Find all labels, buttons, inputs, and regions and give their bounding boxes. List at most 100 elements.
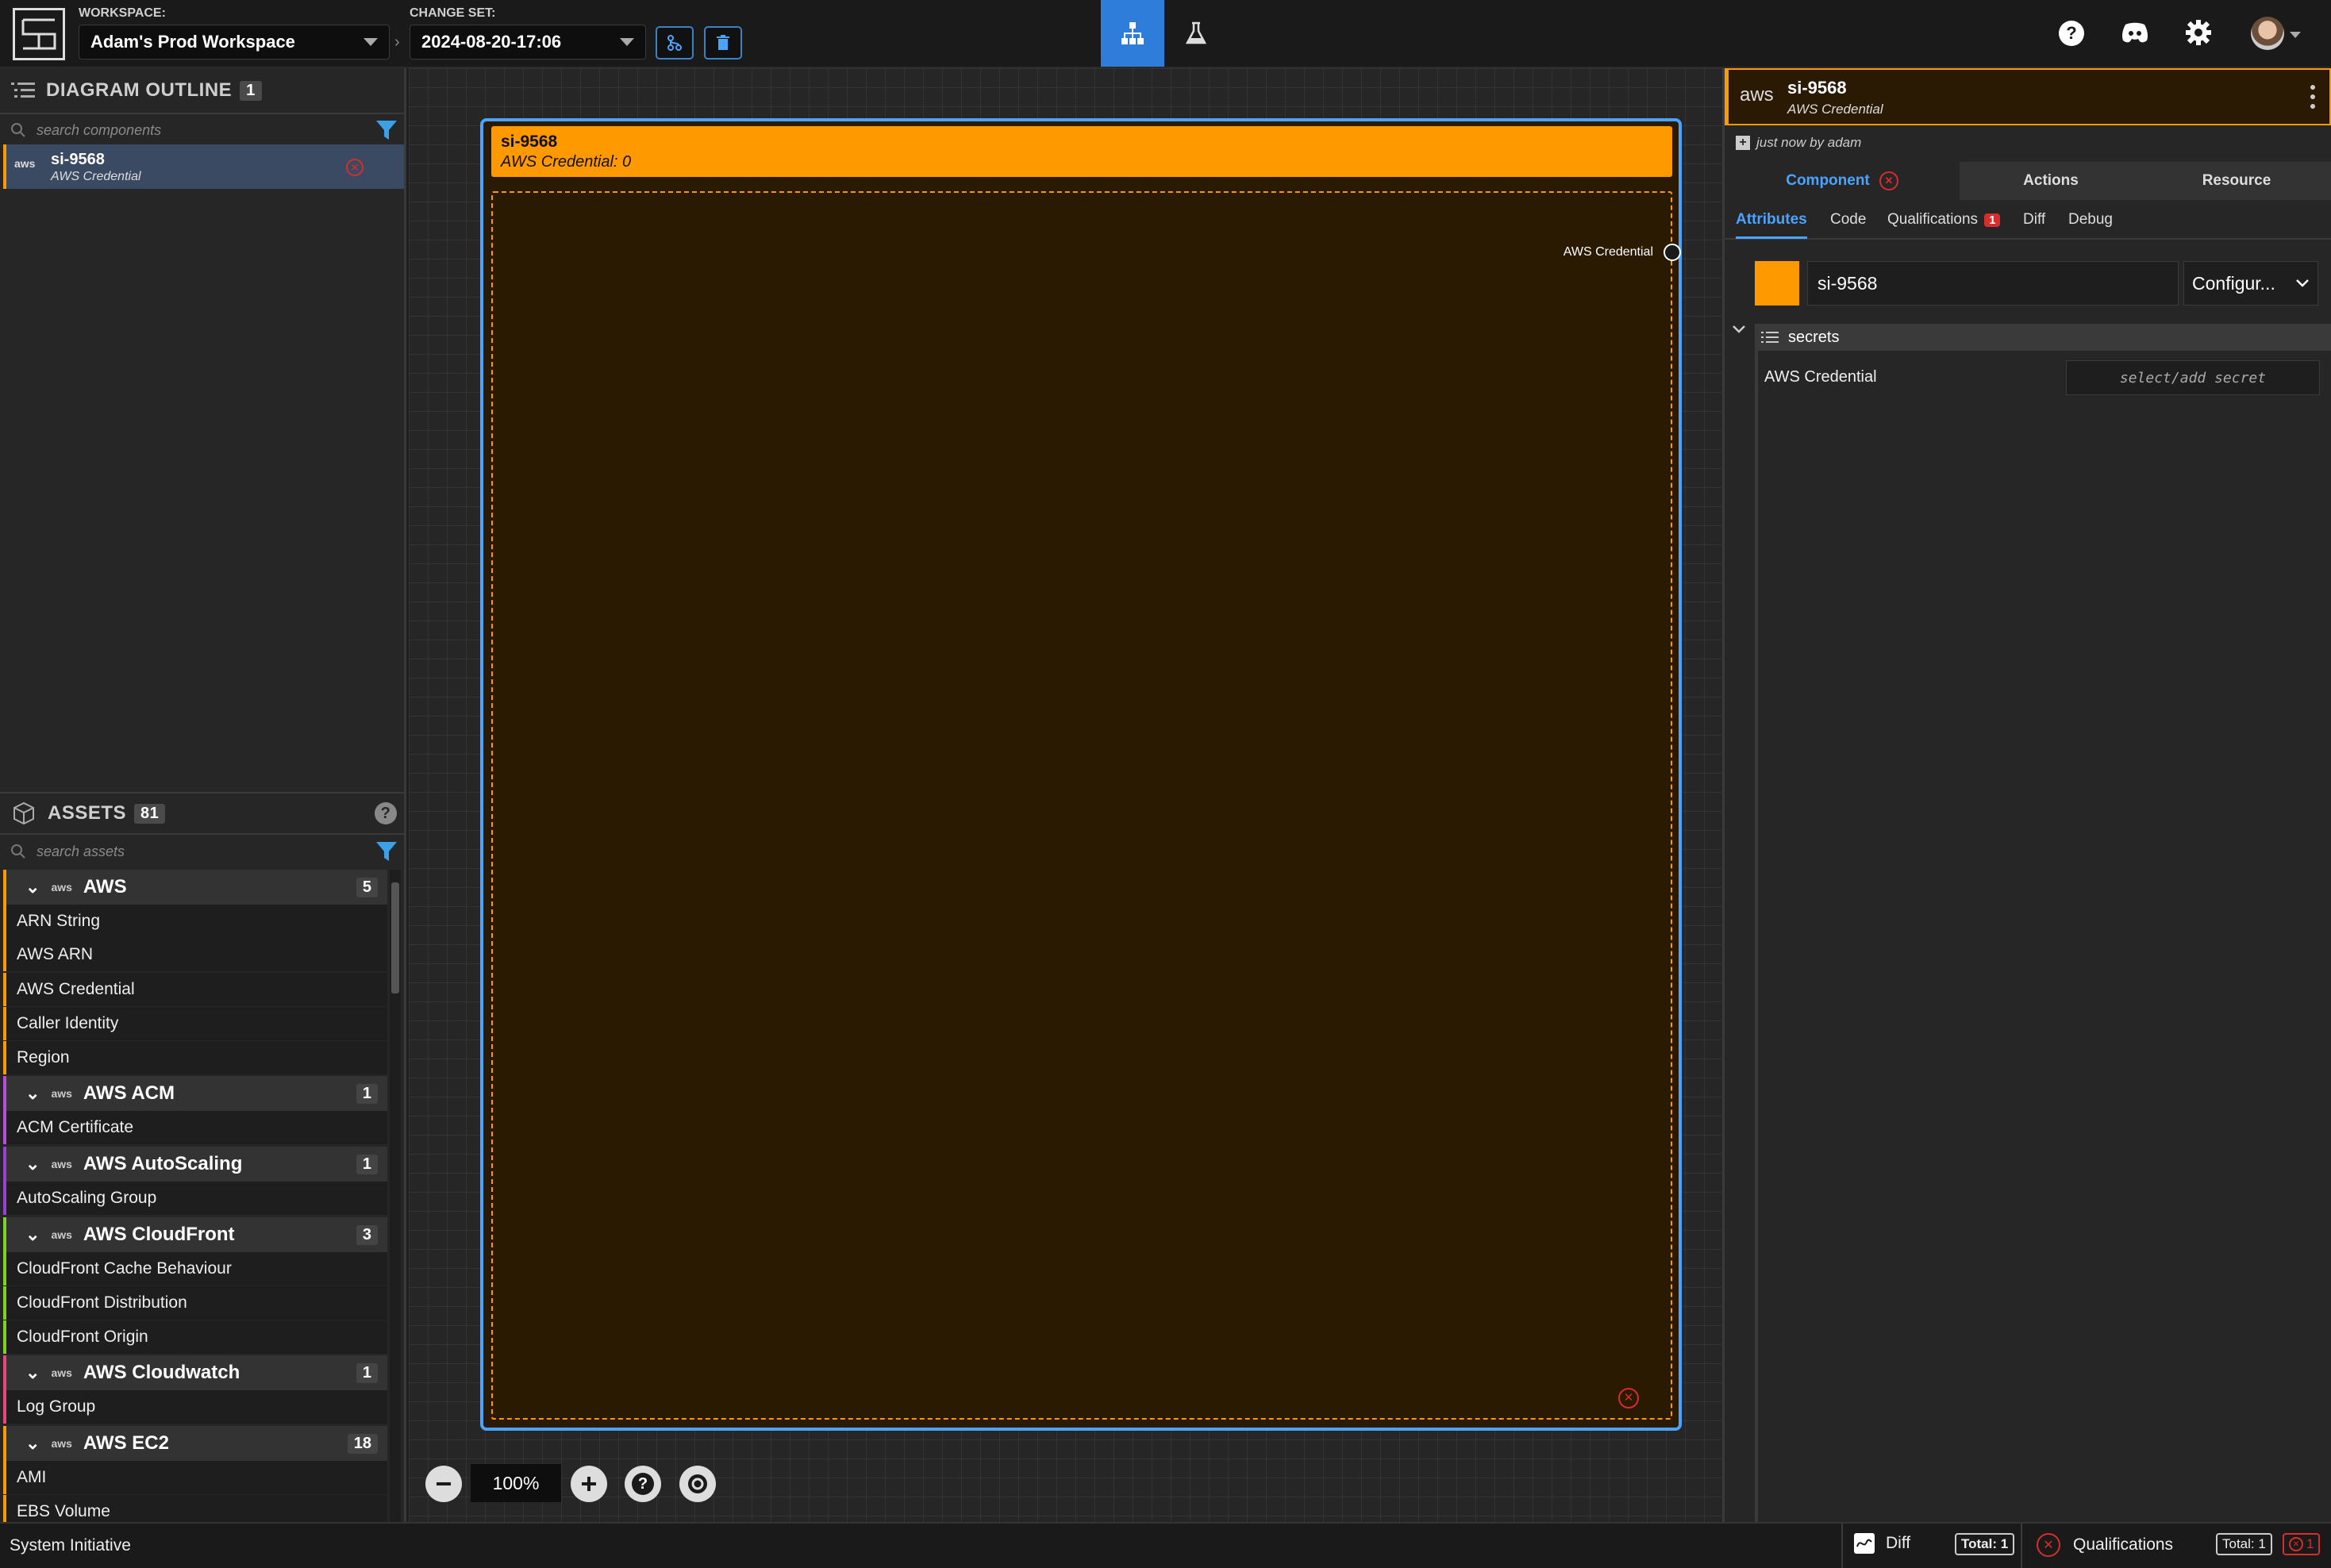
aws-icon: aws <box>51 1228 72 1241</box>
tab-label: Qualifications <box>1887 211 1979 228</box>
zoom-level[interactable]: 100% <box>471 1464 561 1502</box>
gear-icon[interactable] <box>2184 18 2213 47</box>
asset-group-aws-autoscaling[interactable]: ⌄ aws AWS AutoScaling 1 <box>3 1147 387 1182</box>
group-label: AWS CloudFront <box>83 1224 235 1245</box>
asset-group-aws-cloudwatch[interactable]: ⌄ aws AWS Cloudwatch 1 <box>3 1355 387 1390</box>
changeset-select[interactable]: 2024-08-20-17:06 <box>410 25 646 60</box>
component-frame[interactable]: si-9568 AWS Credential: 0 AWS Credential… <box>480 118 1682 1431</box>
group-label: AWS Cloudwatch <box>83 1362 240 1383</box>
assets-count: 81 <box>134 803 166 824</box>
asset-group-aws-ec2[interactable]: ⌄ aws AWS EC2 18 <box>3 1426 387 1461</box>
group-count: 1 <box>356 1083 378 1104</box>
chevron-down-icon[interactable] <box>2290 32 2301 38</box>
asset-item[interactable]: Caller Identity <box>3 1007 387 1040</box>
secret-select-placeholder: select/add secret <box>2119 369 2267 386</box>
subtab-attributes[interactable]: Attributes <box>1736 211 1807 239</box>
qualifications-badge: 1 <box>1984 213 2001 227</box>
history-line: + just now by adam <box>1736 135 1861 151</box>
tab-actions[interactable]: Actions <box>1960 162 2142 200</box>
discord-icon[interactable] <box>2121 21 2149 44</box>
more-vertical-icon[interactable] <box>2310 84 2315 110</box>
help-icon[interactable]: ? <box>375 802 397 824</box>
socket-handle[interactable] <box>1664 244 1681 261</box>
filter-icon[interactable] <box>375 840 398 863</box>
name-input[interactable]: si-9568 <box>1807 261 2179 306</box>
section-toggle[interactable] <box>1731 324 1750 343</box>
workspace-label: WORKSPACE: <box>79 6 166 20</box>
diagram-canvas[interactable]: si-9568 AWS Credential: 0 AWS Credential… <box>409 68 1722 1522</box>
asset-group-aws[interactable]: ⌄ aws AWS 5 <box>3 870 387 905</box>
assets-search[interactable]: search assets <box>10 835 398 868</box>
diff-status[interactable]: Diff <box>1854 1533 1910 1554</box>
brand-label: System Initiative <box>10 1536 131 1555</box>
minus-icon <box>437 1482 451 1485</box>
diagram-outline-header: DIAGRAM OUTLINE 1 <box>11 75 262 106</box>
subtab-diff[interactable]: Diff <box>2023 211 2045 229</box>
tab-resource[interactable]: Resource <box>2142 162 2331 200</box>
component-header[interactable]: si-9568 AWS Credential: 0 <box>491 126 1672 177</box>
group-label: AWS <box>83 876 127 897</box>
asset-item[interactable]: ACM Certificate <box>3 1111 387 1144</box>
asset-item[interactable]: Region <box>3 1041 387 1074</box>
asset-group-aws-cloudfront[interactable]: ⌄ aws AWS CloudFront 3 <box>3 1217 387 1252</box>
asset-item[interactable]: AutoScaling Group <box>3 1182 387 1215</box>
tab-model[interactable] <box>1101 0 1164 67</box>
asset-item[interactable]: CloudFront Cache Behaviour <box>3 1252 387 1286</box>
apply-changeset-button[interactable] <box>656 26 694 60</box>
asset-item[interactable]: EBS Volume <box>3 1495 387 1522</box>
history-text: just now by adam <box>1756 135 1862 150</box>
tab-label: Resource <box>2202 172 2271 189</box>
filter-icon[interactable] <box>375 118 398 142</box>
error-x-icon: ✕ <box>2037 1533 2060 1557</box>
tab-component[interactable]: Component ✕ <box>1725 162 1960 200</box>
group-count: 3 <box>356 1224 378 1245</box>
search-icon <box>11 123 25 137</box>
asset-group-aws-acm[interactable]: ⌄ aws AWS ACM 1 <box>3 1076 387 1111</box>
error-x-icon: ✕ <box>1879 171 1898 190</box>
subtab-qualifications[interactable]: Qualifications 1 <box>1887 211 2001 229</box>
scrollbar[interactable] <box>390 870 401 1522</box>
fail-count: 1 <box>2306 1536 2314 1551</box>
aws-icon: aws <box>14 157 36 170</box>
assets-search-input[interactable]: search assets <box>37 844 125 860</box>
abandon-changeset-button[interactable] <box>704 26 742 60</box>
divider <box>0 792 404 794</box>
user-avatar[interactable] <box>2251 17 2284 50</box>
aws-icon: aws <box>51 1437 72 1450</box>
secret-select[interactable]: select/add secret <box>2066 360 2320 395</box>
asset-item[interactable]: CloudFront Origin <box>3 1320 387 1354</box>
asset-item[interactable]: AMI <box>3 1461 387 1494</box>
asset-item[interactable]: ARN String <box>3 905 387 938</box>
subtab-code[interactable]: Code <box>1830 211 1866 229</box>
subtab-debug[interactable]: Debug <box>2068 211 2113 229</box>
asset-item[interactable]: AWS ARN <box>3 938 387 971</box>
attribute-label: AWS Credential <box>1764 368 1877 386</box>
aws-icon: aws <box>51 881 72 894</box>
group-count: 1 <box>356 1362 378 1383</box>
workspace-value: Adam's Prod Workspace <box>90 32 295 52</box>
asset-item[interactable]: CloudFront Distribution <box>3 1286 387 1320</box>
qualifications-fail-count: ✕ 1 <box>2283 1533 2321 1555</box>
outline-item[interactable]: aws si-9568 AWS Credential ✕ <box>3 144 404 189</box>
config-select[interactable]: Configur... <box>2183 261 2318 306</box>
component-body[interactable]: AWS Credential ✕ <box>491 191 1681 1420</box>
tab-lab[interactable] <box>1164 0 1228 67</box>
color-swatch[interactable] <box>1755 261 1799 306</box>
eye-icon[interactable] <box>679 1466 716 1502</box>
outline-search[interactable]: search components <box>10 116 398 144</box>
si-logo[interactable] <box>13 8 65 60</box>
workspace-select[interactable]: Adam's Prod Workspace <box>79 25 390 60</box>
qualifications-total: Total: 1 <box>2216 1533 2272 1555</box>
outline-search-input[interactable]: search components <box>37 122 161 139</box>
scrollbar-thumb[interactable] <box>391 882 399 993</box>
secrets-section-header[interactable]: secrets <box>1755 324 2331 351</box>
qualifications-status[interactable]: ✕ Qualifications <box>2037 1533 2173 1557</box>
section-label: secrets <box>1788 328 1840 346</box>
asset-item[interactable]: Log Group <box>3 1390 387 1424</box>
help-icon[interactable]: ? <box>625 1466 661 1502</box>
zoom-out-button[interactable] <box>425 1466 462 1502</box>
help-icon[interactable]: ? <box>2059 21 2084 46</box>
name-input-value: si-9568 <box>1817 272 1878 294</box>
asset-item[interactable]: AWS Credential <box>3 973 387 1006</box>
zoom-in-button[interactable] <box>571 1466 607 1502</box>
